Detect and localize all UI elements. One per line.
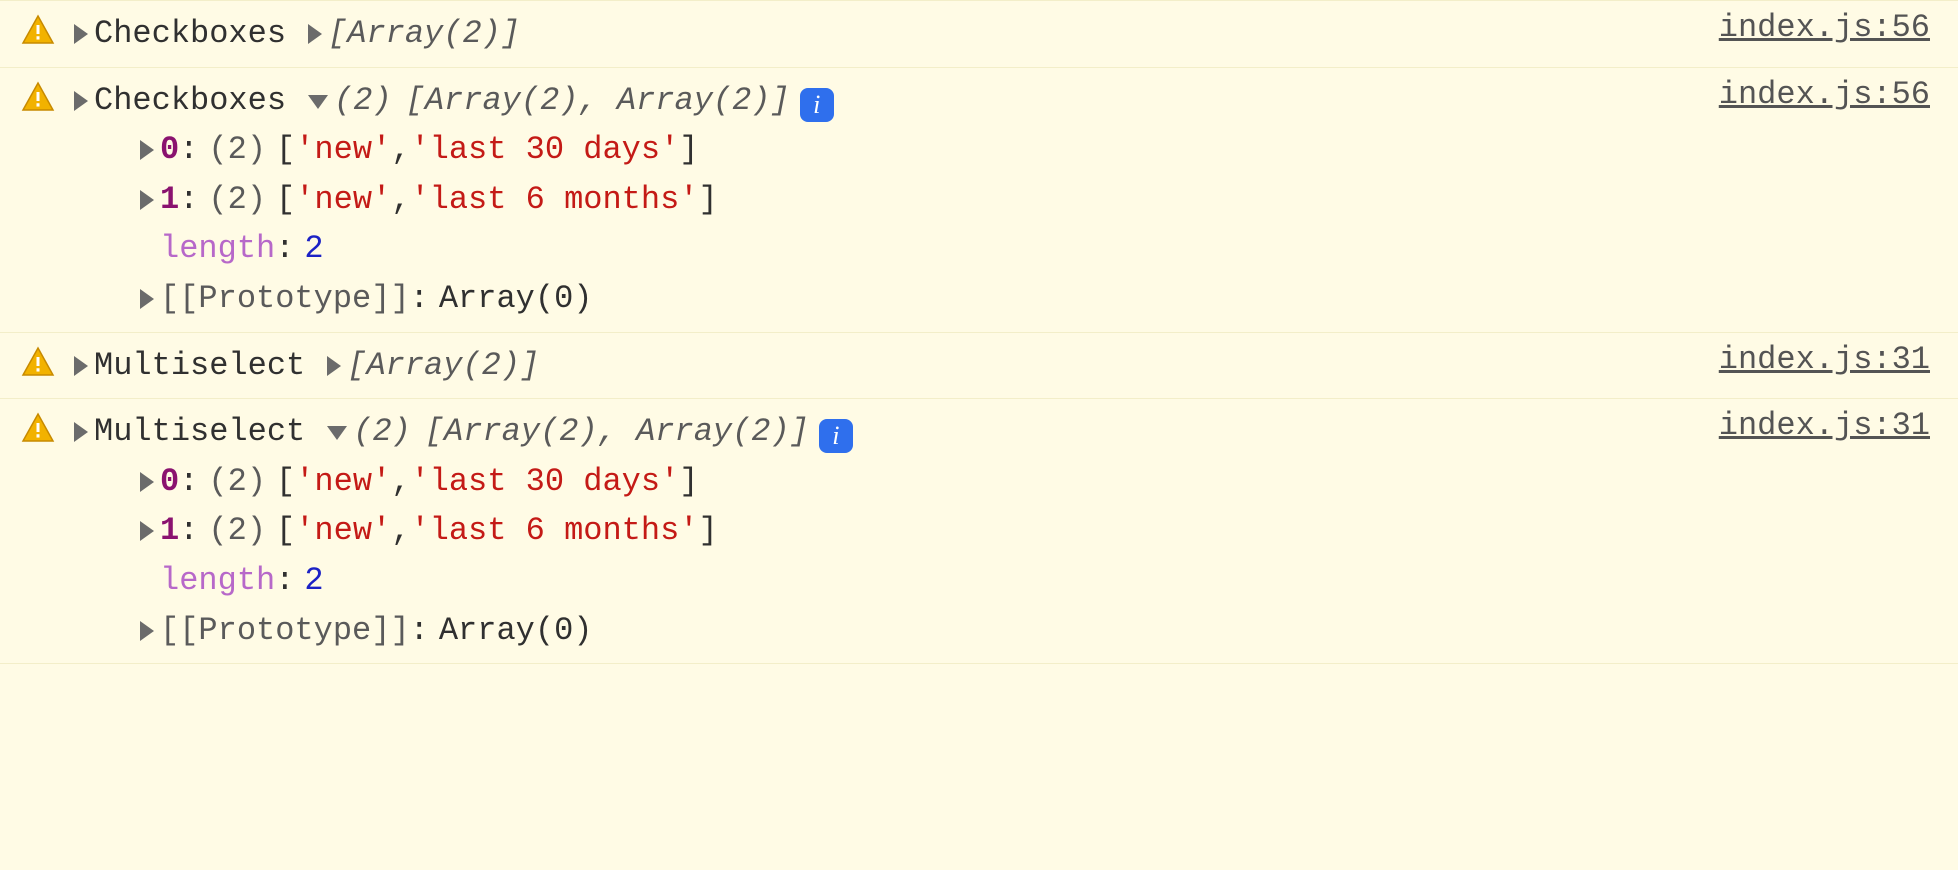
array-children: 0: (2) ['new', 'last 30 days'] 1: (2) ['…: [74, 457, 1699, 655]
console-row: Multiselect (2) [Array(2), Array(2)] i 0…: [0, 399, 1958, 664]
length-line: length: 2: [140, 556, 1699, 606]
item-index: 1: [160, 175, 179, 225]
collapse-value-icon[interactable]: [308, 95, 328, 109]
warning-icon: [20, 345, 56, 381]
log-line: Multiselect [Array(2)]: [74, 341, 1699, 391]
prototype-label: [[Prototype]]: [160, 274, 410, 324]
info-icon[interactable]: i: [800, 88, 834, 122]
array-summary[interactable]: [Array(2), Array(2)]: [406, 76, 790, 126]
array-item-line: 1: (2) ['new', 'last 6 months']: [140, 175, 1699, 225]
expand-proto-icon[interactable]: [140, 289, 154, 309]
item-value-1: 'last 30 days': [410, 457, 679, 507]
prototype-label: [[Prototype]]: [160, 606, 410, 656]
prototype-value: Array(0): [439, 606, 593, 656]
warning-icon: [20, 13, 56, 49]
log-line: Multiselect (2) [Array(2), Array(2)] i: [74, 407, 1699, 457]
log-label: Multiselect: [94, 407, 305, 457]
expand-item-icon[interactable]: [140, 472, 154, 492]
log-label: Checkboxes: [94, 76, 286, 126]
source-link[interactable]: index.js:31: [1719, 407, 1930, 444]
expand-label-icon[interactable]: [74, 91, 88, 111]
item-value-0: 'new': [295, 125, 391, 175]
log-label: Multiselect: [94, 341, 305, 391]
item-value-0: 'new': [295, 457, 391, 507]
prototype-value: Array(0): [439, 274, 593, 324]
log-line: Checkboxes (2) [Array(2), Array(2)] i: [74, 76, 1699, 126]
array-count: (2): [334, 76, 392, 126]
item-value-1: 'last 30 days': [410, 125, 679, 175]
expand-value-icon[interactable]: [308, 24, 322, 44]
prototype-line: [[Prototype]]: Array(0): [140, 606, 1699, 656]
collapse-value-icon[interactable]: [327, 426, 347, 440]
source-link[interactable]: index.js:56: [1719, 9, 1930, 46]
warning-icon: [20, 411, 56, 447]
info-icon[interactable]: i: [819, 419, 853, 453]
source-link[interactable]: index.js:56: [1719, 76, 1930, 113]
array-summary[interactable]: [Array(2)]: [347, 341, 539, 391]
item-value-0: 'new': [295, 506, 391, 556]
array-item-line: 1: (2) ['new', 'last 6 months']: [140, 506, 1699, 556]
length-label: length: [160, 224, 275, 274]
expand-item-icon[interactable]: [140, 521, 154, 541]
expand-item-icon[interactable]: [140, 140, 154, 160]
console-row: Checkboxes [Array(2)] index.js:56: [0, 0, 1958, 68]
length-label: length: [160, 556, 275, 606]
expand-label-icon[interactable]: [74, 422, 88, 442]
array-summary[interactable]: [Array(2), Array(2)]: [425, 407, 809, 457]
expand-value-icon[interactable]: [327, 356, 341, 376]
item-value-1: 'last 6 months': [410, 175, 698, 225]
item-count: (2): [208, 175, 266, 225]
array-item-line: 0: (2) ['new', 'last 30 days']: [140, 125, 1699, 175]
array-children: 0: (2) ['new', 'last 30 days'] 1: (2) ['…: [74, 125, 1699, 323]
item-index: 1: [160, 506, 179, 556]
array-summary[interactable]: [Array(2)]: [328, 9, 520, 59]
item-index: 0: [160, 125, 179, 175]
warning-icon: [20, 80, 56, 116]
expand-item-icon[interactable]: [140, 190, 154, 210]
item-count: (2): [208, 506, 266, 556]
log-label: Checkboxes: [94, 9, 286, 59]
expand-proto-icon[interactable]: [140, 621, 154, 641]
item-index: 0: [160, 457, 179, 507]
console-row: Checkboxes (2) [Array(2), Array(2)] i 0:…: [0, 68, 1958, 333]
array-item-line: 0: (2) ['new', 'last 30 days']: [140, 457, 1699, 507]
length-value: 2: [304, 556, 323, 606]
length-value: 2: [304, 224, 323, 274]
item-count: (2): [208, 457, 266, 507]
array-count: (2): [353, 407, 411, 457]
prototype-line: [[Prototype]]: Array(0): [140, 274, 1699, 324]
length-line: length: 2: [140, 224, 1699, 274]
expand-label-icon[interactable]: [74, 24, 88, 44]
log-line: Checkboxes [Array(2)]: [74, 9, 1699, 59]
item-value-0: 'new': [295, 175, 391, 225]
item-value-1: 'last 6 months': [410, 506, 698, 556]
console-row: Multiselect [Array(2)] index.js:31: [0, 333, 1958, 400]
expand-label-icon[interactable]: [74, 356, 88, 376]
item-count: (2): [208, 125, 266, 175]
source-link[interactable]: index.js:31: [1719, 341, 1930, 378]
